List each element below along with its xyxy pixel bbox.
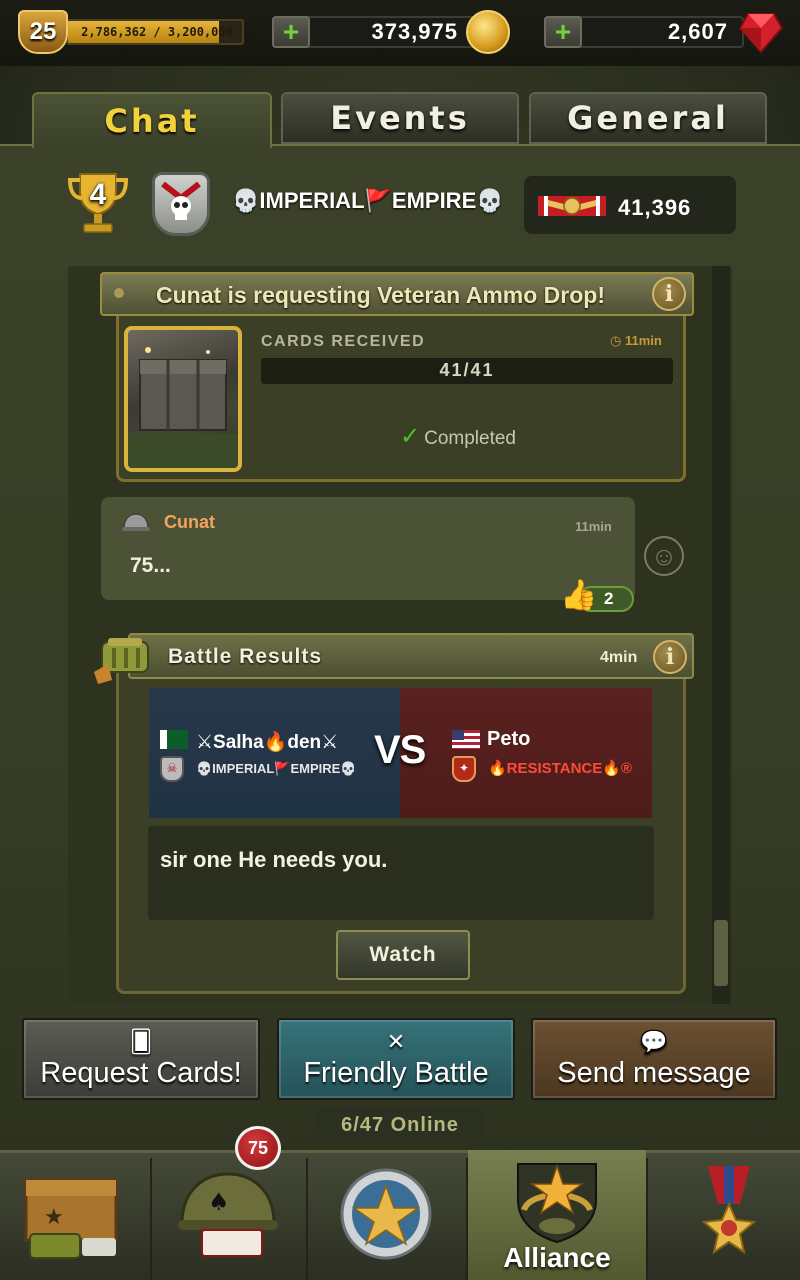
helmet-avatar-icon	[122, 513, 150, 531]
skull-icon	[161, 182, 201, 220]
ruby-icon	[738, 13, 784, 54]
alliance-name[interactable]: 💀IMPERIAL🚩EMPIRE💀	[232, 188, 504, 214]
add-rubies-button[interactable]: +	[544, 16, 582, 48]
ammo-crate-image	[124, 326, 242, 472]
request-status: ✓ Completed	[400, 422, 516, 451]
request-cards-button[interactable]: 🂠 Request Cards!	[22, 1018, 260, 1100]
online-count: 6/47 Online	[316, 1108, 484, 1142]
tab-events[interactable]: Events	[281, 92, 519, 144]
request-info-button[interactable]: i	[652, 277, 686, 311]
nav-alliance-emblem-icon[interactable]	[508, 1150, 606, 1244]
player-level-badge[interactable]: 25	[18, 10, 68, 54]
player1-alliance: 💀IMPERIAL🚩EMPIRE💀	[196, 761, 357, 776]
request-cards-label: Request Cards!	[40, 1057, 242, 1089]
crossed-rifles-icon: ✕	[386, 1029, 406, 1054]
nav-cards-helmet-icon[interactable]: ♠	[176, 1164, 280, 1264]
nav-shop-crate-icon[interactable]: ★	[20, 1160, 124, 1266]
checkmark-icon: ✓	[400, 423, 421, 450]
usa-flag-icon	[452, 730, 480, 749]
chat-scrollbar-thumb[interactable]	[714, 920, 728, 986]
request-time-text: 11min	[624, 333, 662, 348]
friendly-battle-label: Friendly Battle	[303, 1057, 489, 1089]
message-text: 75...	[130, 554, 171, 577]
message-author[interactable]: Cunat	[164, 512, 215, 533]
send-message-label: Send message	[557, 1057, 751, 1089]
add-coins-button[interactable]: +	[272, 16, 310, 48]
rubies-value: 2,607	[667, 19, 728, 44]
tab-general[interactable]: General	[529, 92, 767, 144]
vs-label: VS	[374, 728, 426, 772]
player2-alliance: 🔥RESISTANCE🔥®	[488, 760, 632, 777]
nav-alliance-label[interactable]: Alliance	[468, 1242, 646, 1274]
thumbs-up-icon[interactable]: 👍	[560, 578, 597, 613]
battle-message-text: sir one He needs you.	[160, 847, 388, 872]
player2-name[interactable]: Peto	[487, 728, 530, 751]
alliance-emblem[interactable]	[152, 172, 210, 236]
friendly-battle-button[interactable]: ✕ Friendly Battle	[277, 1018, 515, 1100]
nav-medal-icon[interactable]	[694, 1164, 764, 1264]
emoji-react-button[interactable]: ☺	[644, 536, 684, 576]
request-status-text: Completed	[424, 428, 516, 449]
medal-ribbon-icon	[538, 196, 606, 216]
cards-received-label: CARDS RECEIVED	[261, 333, 426, 350]
nav-divider	[150, 1158, 152, 1280]
battle-ammo-icon	[94, 638, 149, 684]
player2-alliance-emblem: ✦	[452, 756, 476, 782]
player2-panel[interactable]	[400, 688, 652, 818]
alliance-score: 41,396	[618, 195, 692, 220]
send-message-button[interactable]: 💬 Send message	[531, 1018, 777, 1100]
svg-text:★: ★	[44, 1205, 64, 1230]
svg-text:♠: ♠	[208, 1188, 230, 1216]
cards-count: 41/41	[439, 360, 495, 380]
coin-icon	[466, 10, 510, 54]
player1-alliance-emblem: ☠	[160, 756, 184, 782]
tab-chat[interactable]: Chat	[32, 92, 272, 148]
xp-text: 2,786,362 / 3,200,000	[81, 25, 233, 39]
speech-bubble-icon: 💬	[640, 1029, 668, 1054]
message-time: 11min	[575, 519, 612, 534]
battle-result-title: Battle Results	[168, 645, 323, 668]
chat-scrollbar-track[interactable]	[712, 266, 730, 1004]
pakistan-flag-icon	[160, 730, 188, 749]
watch-replay-button[interactable]: Watch	[336, 930, 470, 980]
battle-message-box	[148, 826, 654, 920]
nav-battle-star-icon[interactable]	[338, 1166, 434, 1262]
player1-name[interactable]: ⚔Salha🔥den⚔	[196, 730, 338, 754]
battle-time: 4min	[600, 649, 638, 666]
card-request-title: Cunat is requesting Veteran Ammo Drop!	[156, 282, 605, 308]
nav-divider	[306, 1158, 308, 1280]
like-count: 2	[604, 589, 614, 608]
request-time: ◷ 11min	[610, 333, 662, 349]
banner-dot	[114, 288, 124, 298]
battle-info-button[interactable]: i	[653, 640, 687, 674]
nav-divider	[646, 1158, 648, 1280]
alliance-rank: 4	[89, 178, 107, 211]
coins-value: 373,975	[371, 19, 458, 44]
cards-icon: 🂠	[129, 1029, 153, 1054]
clock-icon: ◷	[610, 333, 625, 348]
cards-notification-badge: 75	[235, 1126, 281, 1170]
